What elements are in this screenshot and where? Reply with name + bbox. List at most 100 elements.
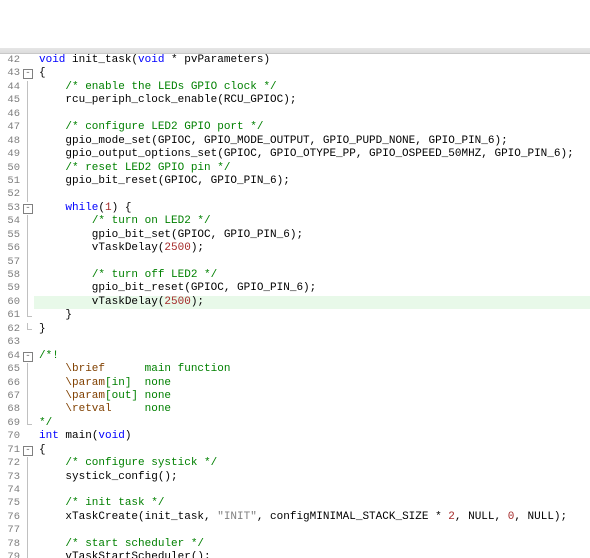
fold-toggle-icon[interactable] (22, 67, 34, 80)
code-line[interactable]: 54 /* turn on LED2 */ (0, 215, 590, 228)
code-token: [in] none (105, 377, 171, 389)
code-token (39, 81, 65, 93)
code-line[interactable]: 49 gpio_output_options_set(GPIOC, GPIO_O… (0, 148, 590, 161)
code-editor[interactable]: 42void init_task(void * pvParameters)43{… (0, 48, 590, 558)
code-token: /* turn off LED2 */ (92, 269, 217, 281)
fold-toggle-icon[interactable] (22, 350, 34, 363)
code-line[interactable]: 57 (0, 256, 590, 269)
fold-guide (22, 309, 34, 322)
code-line[interactable]: 47 /* configure LED2 GPIO port */ (0, 121, 590, 134)
code-text[interactable]: \brief main function (34, 363, 590, 376)
code-text[interactable]: gpio_bit_set(GPIOC, GPIO_PIN_6); (34, 229, 590, 242)
code-line[interactable]: 76 xTaskCreate(init_task, "INIT", config… (0, 511, 590, 524)
code-line[interactable]: 77 (0, 524, 590, 537)
code-area[interactable]: 42void init_task(void * pvParameters)43{… (0, 54, 590, 558)
code-line[interactable]: 69*/ (0, 417, 590, 430)
code-text[interactable]: } (34, 309, 590, 322)
fold-guide (22, 296, 34, 309)
code-line[interactable]: 60 vTaskDelay(2500); (0, 296, 590, 309)
fold-guide (22, 242, 34, 255)
code-line[interactable]: 62} (0, 323, 590, 336)
fold-guide (22, 497, 34, 510)
code-line[interactable]: 48 gpio_mode_set(GPIOC, GPIO_MODE_OUTPUT… (0, 135, 590, 148)
fold-guide (22, 175, 34, 188)
code-line[interactable]: 52 (0, 188, 590, 201)
code-line[interactable]: 45 rcu_periph_clock_enable(RCU_GPIOC); (0, 94, 590, 107)
code-text[interactable]: int main(void) (34, 430, 590, 443)
code-text[interactable]: xTaskCreate(init_task, "INIT", configMIN… (34, 511, 590, 524)
code-line[interactable]: 65 \brief main function (0, 363, 590, 376)
fold-toggle-icon[interactable] (22, 202, 34, 215)
code-line[interactable]: 71{ (0, 444, 590, 457)
code-text[interactable]: gpio_mode_set(GPIOC, GPIO_MODE_OUTPUT, G… (34, 135, 590, 148)
code-line[interactable]: 42void init_task(void * pvParameters) (0, 54, 590, 67)
code-text[interactable]: \param[in] none (34, 377, 590, 390)
code-text[interactable]: /* turn on LED2 */ (34, 215, 590, 228)
code-line[interactable]: 72 /* configure systick */ (0, 457, 590, 470)
code-line[interactable]: 51 gpio_bit_reset(GPIOC, GPIO_PIN_6); (0, 175, 590, 188)
code-line[interactable]: 55 gpio_bit_set(GPIOC, GPIO_PIN_6); (0, 229, 590, 242)
code-line[interactable]: 78 /* start scheduler */ (0, 538, 590, 551)
code-token: , NULL, (455, 511, 508, 523)
code-line[interactable]: 73 systick_config(); (0, 471, 590, 484)
code-line[interactable]: 66 \param[in] none (0, 377, 590, 390)
code-text[interactable]: gpio_bit_reset(GPIOC, GPIO_PIN_6); (34, 175, 590, 188)
code-text[interactable]: vTaskStartScheduler(); (34, 551, 590, 558)
fold-guide (22, 54, 34, 67)
code-line[interactable]: 50 /* reset LED2 GPIO pin */ (0, 162, 590, 175)
code-line[interactable]: 75 /* init task */ (0, 497, 590, 510)
code-text[interactable]: { (34, 444, 590, 457)
code-line[interactable]: 43{ (0, 67, 590, 80)
code-text[interactable]: { (34, 67, 590, 80)
code-text[interactable]: /* turn off LED2 */ (34, 269, 590, 282)
code-text[interactable]: /* configure systick */ (34, 457, 590, 470)
code-text[interactable]: while(1) { (34, 202, 590, 215)
code-text[interactable]: \param[out] none (34, 390, 590, 403)
code-token: ) { (112, 202, 132, 214)
line-number: 79 (0, 551, 22, 558)
code-text[interactable]: rcu_periph_clock_enable(RCU_GPIOC); (34, 94, 590, 107)
code-text[interactable]: /* reset LED2 GPIO pin */ (34, 162, 590, 175)
code-line[interactable]: 74 (0, 484, 590, 497)
code-line[interactable]: 44 /* enable the LEDs GPIO clock */ (0, 81, 590, 94)
code-text[interactable] (34, 524, 590, 537)
code-line[interactable]: 63 (0, 336, 590, 349)
code-text[interactable] (34, 188, 590, 201)
code-token: gpio_output_options_set(GPIOC, GPIO_OTYP… (39, 148, 574, 160)
line-number: 57 (0, 256, 22, 269)
code-text[interactable]: systick_config(); (34, 471, 590, 484)
code-token: /* configure systick */ (65, 457, 217, 469)
code-text[interactable] (34, 256, 590, 269)
code-text[interactable]: /* init task */ (34, 497, 590, 510)
code-line[interactable]: 67 \param[out] none (0, 390, 590, 403)
code-text[interactable]: vTaskDelay(2500); (34, 242, 590, 255)
fold-guide (22, 121, 34, 134)
code-text[interactable]: /* start scheduler */ (34, 538, 590, 551)
code-line[interactable]: 53 while(1) { (0, 202, 590, 215)
code-token (39, 497, 65, 509)
code-line[interactable]: 61 } (0, 309, 590, 322)
code-text[interactable]: /* enable the LEDs GPIO clock */ (34, 81, 590, 94)
code-text[interactable]: /* configure LED2 GPIO port */ (34, 121, 590, 134)
code-text[interactable]: gpio_output_options_set(GPIOC, GPIO_OTYP… (34, 148, 590, 161)
code-text[interactable]: \retval none (34, 403, 590, 416)
fold-toggle-icon[interactable] (22, 444, 34, 457)
code-text[interactable]: } (34, 323, 590, 336)
code-text[interactable]: gpio_bit_reset(GPIOC, GPIO_PIN_6); (34, 282, 590, 295)
code-line[interactable]: 79 vTaskStartScheduler(); (0, 551, 590, 558)
code-line[interactable]: 70int main(void) (0, 430, 590, 443)
code-text[interactable]: */ (34, 417, 590, 430)
code-line[interactable]: 56 vTaskDelay(2500); (0, 242, 590, 255)
code-line[interactable]: 58 /* turn off LED2 */ (0, 269, 590, 282)
code-text[interactable]: /*! (34, 350, 590, 363)
code-text[interactable]: vTaskDelay(2500); (34, 296, 590, 309)
code-token: /* init task */ (65, 497, 164, 509)
code-text[interactable] (34, 484, 590, 497)
code-line[interactable]: 68 \retval none (0, 403, 590, 416)
code-line[interactable]: 59 gpio_bit_reset(GPIOC, GPIO_PIN_6); (0, 282, 590, 295)
code-line[interactable]: 64/*! (0, 350, 590, 363)
code-text[interactable]: void init_task(void * pvParameters) (34, 54, 590, 67)
code-line[interactable]: 46 (0, 108, 590, 121)
code-text[interactable] (34, 108, 590, 121)
code-text[interactable] (34, 336, 590, 349)
